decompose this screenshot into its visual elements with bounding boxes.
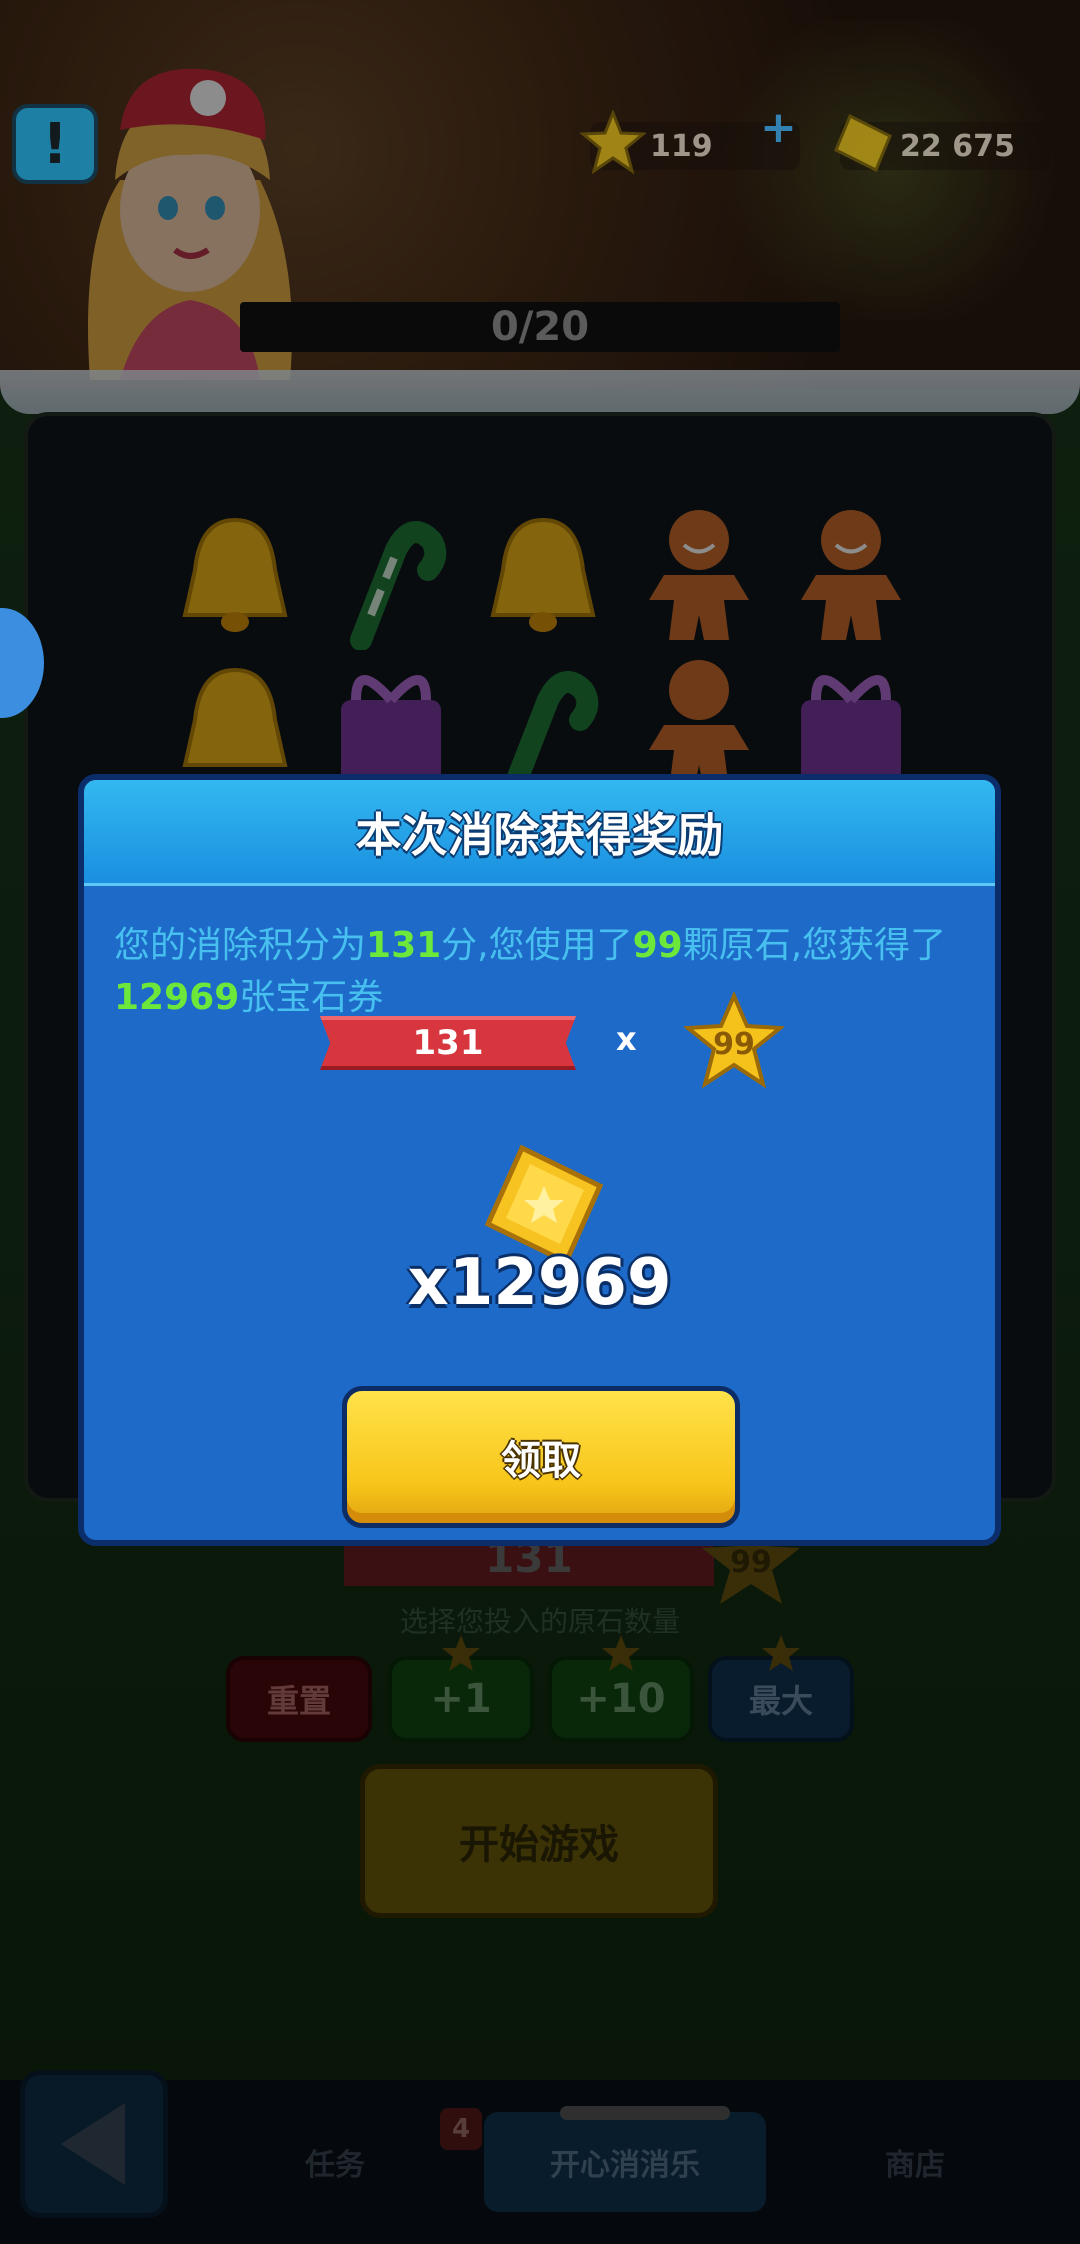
star-badge-value: 99 xyxy=(713,1027,755,1062)
reward-message: 您的消除积分为131分,您使用了99颗原石,您获得了 12969张宝石券 xyxy=(114,920,974,1024)
message-stones: 99 xyxy=(632,925,683,966)
gem-ticket-count: 22 675 xyxy=(900,128,1015,164)
star-count: 119 xyxy=(650,128,713,164)
message-text: 张宝石券 xyxy=(239,977,384,1018)
claim-button[interactable]: 领取 xyxy=(342,1386,740,1528)
star-badge-icon: 99 xyxy=(684,992,784,1089)
alert-button[interactable]: ! xyxy=(12,104,98,184)
star-icon xyxy=(580,110,646,175)
dialog-title: 本次消除获得奖励 xyxy=(355,807,724,862)
add-stars-button[interactable]: + xyxy=(760,102,797,153)
level-progress: 0/20 xyxy=(240,302,840,352)
message-score: 131 xyxy=(366,925,442,966)
message-text: 您的消除积分为 xyxy=(114,925,367,966)
multiply-sign: x xyxy=(616,1020,637,1058)
alert-icon: ! xyxy=(42,111,68,177)
reward-count: x12969 xyxy=(407,1246,672,1320)
dialog-header: 本次消除获得奖励 xyxy=(84,780,995,886)
score-ribbon: 131 xyxy=(320,1016,576,1070)
reward-dialog: 本次消除获得奖励 您的消除积分为131分,您使用了99颗原石,您获得了12969… xyxy=(78,774,1001,1546)
message-tickets: 12969 xyxy=(114,977,240,1018)
message-text: 颗原石,您获得了 xyxy=(682,925,947,966)
message-text: 分,您使用了 xyxy=(441,925,633,966)
claim-label: 领取 xyxy=(501,1438,581,1484)
gem-ticket-counter: 22 675 xyxy=(834,113,1050,173)
ticket-icon xyxy=(834,113,892,173)
